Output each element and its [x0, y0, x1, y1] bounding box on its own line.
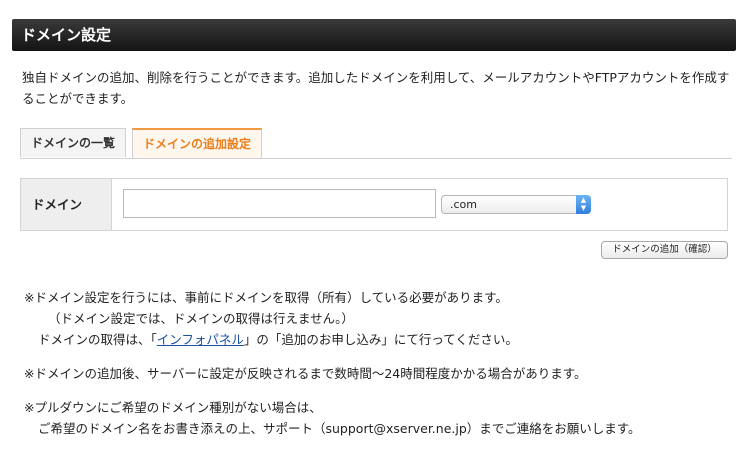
- note-1-line-3-post: 」の「追加のお申し込み」にて行ってください。: [243, 332, 518, 347]
- select-arrows-icon: ▲ ▼: [576, 195, 591, 214]
- tld-selected-value: .com: [450, 198, 477, 211]
- domain-label: ドメイン: [21, 179, 112, 230]
- note-2: ※ドメインの追加後、サーバーに設定が反映されるまで数時間〜24時間程度かかる場合…: [24, 366, 587, 381]
- tab-domain-list[interactable]: ドメインの一覧: [20, 128, 126, 157]
- page-description: 独自ドメインの追加、削除を行うことができます。追加したドメインを利用して、メール…: [22, 70, 730, 106]
- note-3-line-1: ※プルダウンにご希望のドメイン種別がない場合は、: [24, 400, 322, 415]
- note-3-line-2: ご希望のドメイン名をお書き添えの上、サポート（support@xserver.n…: [38, 421, 641, 436]
- tld-select[interactable]: .com ▲ ▼: [441, 195, 591, 214]
- note-1-line-3: ドメインの取得は、「インフォパネル」の「追加のお申し込み」にて行ってください。: [24, 329, 736, 350]
- domain-input[interactable]: [123, 189, 436, 218]
- notes: ※ドメイン設定を行うには、事前にドメインを取得（所有）している必要があります。 …: [24, 287, 736, 439]
- note-1-line-2: （ドメイン設定では、ドメインの取得は行えません。）: [48, 311, 354, 326]
- add-domain-confirm-button[interactable]: ドメインの追加（確認）: [601, 241, 728, 259]
- note-1-line-3-pre: ドメインの取得は、「: [38, 332, 157, 347]
- tab-bar: ドメインの一覧 ドメインの追加設定: [20, 128, 732, 159]
- tab-domain-add[interactable]: ドメインの追加設定: [132, 128, 262, 158]
- domain-form: ドメイン .com ▲ ▼: [20, 178, 728, 231]
- page-title: ドメイン設定: [12, 19, 736, 51]
- info-panel-link[interactable]: インフォパネル: [157, 332, 244, 347]
- note-1-line-1: ※ドメイン設定を行うには、事前にドメインを取得（所有）している必要があります。: [24, 290, 508, 305]
